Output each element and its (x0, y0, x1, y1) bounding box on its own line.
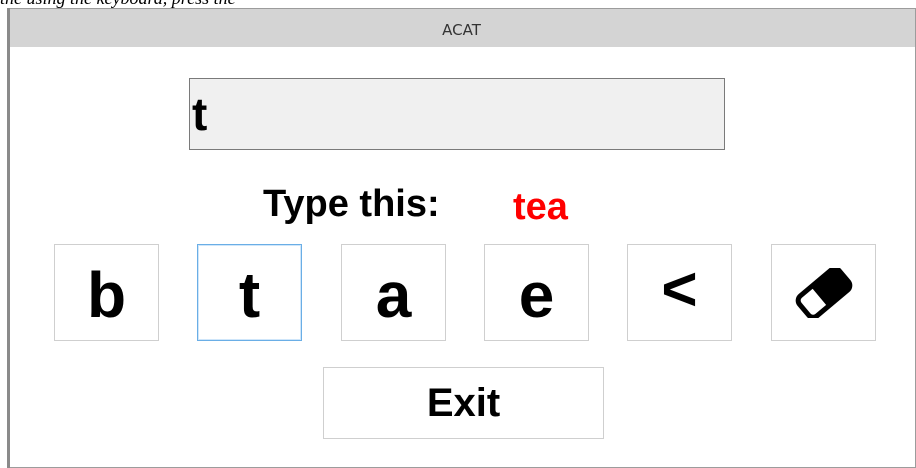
key-clear[interactable] (771, 244, 876, 341)
typed-text-field[interactable]: t (189, 78, 725, 150)
prompt-label: Type this: (263, 183, 440, 225)
key-a[interactable]: a (341, 244, 446, 341)
key-label: t (238, 258, 261, 331)
window-left-border (7, 8, 10, 468)
exit-button[interactable]: Exit (323, 367, 604, 439)
key-label: a (375, 258, 412, 331)
prompt-target-word: tea (513, 186, 568, 228)
key-label: e (518, 258, 555, 331)
key-label: < (661, 254, 698, 324)
key-e[interactable]: e (484, 244, 589, 341)
key-backspace[interactable]: < (627, 244, 732, 341)
prompt-row: Type this: tea (11, 179, 913, 229)
window-titlebar[interactable]: ACAT (8, 9, 915, 47)
window-title: ACAT (442, 21, 481, 39)
acat-window: ACAT t Type this: tea b t a e < Exit (7, 8, 916, 468)
key-label: b (86, 258, 127, 331)
eraser-icon (795, 267, 852, 318)
background-caption-text: the using the keyboard, press the (0, 0, 236, 8)
key-b[interactable]: b (54, 244, 159, 341)
screen: the using the keyboard, press the ACAT t… (0, 0, 916, 468)
window-content: t Type this: tea b t a e < Exit (11, 47, 912, 464)
key-t[interactable]: t (197, 244, 302, 341)
